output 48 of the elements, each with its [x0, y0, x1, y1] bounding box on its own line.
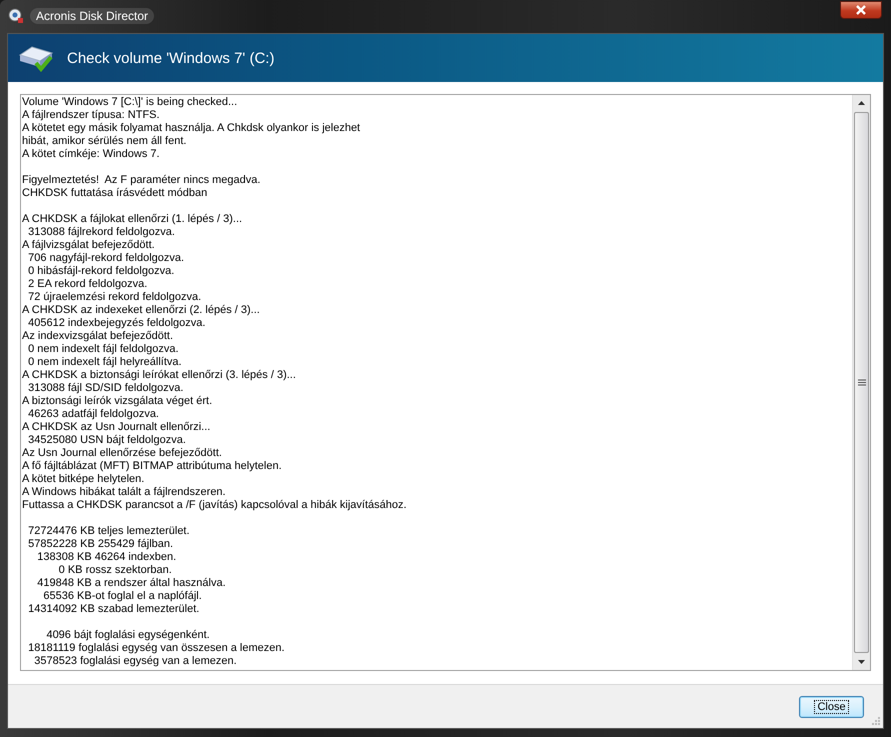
log-line: 706 nagyfájl-rekord feldolgozva.: [27, 252, 186, 265]
log-line: A CHKDSK a fájlokat ellenőrzi (1. lépés / 3)...: [22, 213, 244, 226]
window-title: Acronis Disk Director: [30, 8, 154, 24]
log-line: 57852228 KB 255429 fájlban.: [27, 538, 174, 551]
log-line: 72 újraelemzési rekord feldolgozva.: [27, 291, 202, 304]
log-line: Az Usn Journal ellenőrzése befejeződött.: [22, 447, 223, 460]
log-line: 405612 indexbejegyzés feldolgozva.: [27, 317, 206, 330]
log-line: 419848 KB a rendszer által használva.: [36, 577, 227, 590]
log-line: 313088 fájlrekord feldolgozva.: [27, 226, 176, 239]
log-line: A CHKDSK az Usn Journalt ellenőrzi...: [22, 421, 212, 434]
log-line: A CHKDSK a biztonsági leírókat ellenőrzi (3. lépés / 3)...: [22, 369, 297, 382]
app-icon: [8, 8, 24, 24]
log-line: A kötetet egy másik folyamat használja. A Chkdsk olyankor is jelezhet: [22, 122, 362, 135]
header-title: Check volume 'Windows 7' (C:): [67, 50, 274, 66]
log-line: hibát, amikor sérülés nem áll fent.: [22, 135, 188, 148]
log-line: A biztonsági leírók vizsgálata véget ért.: [22, 395, 214, 408]
close-button[interactable]: Close: [799, 696, 864, 718]
log-line: 0 nem indexelt fájl helyreállítva.: [27, 356, 183, 369]
log-line: 34525080 USN bájt feldolgozva.: [27, 434, 187, 447]
log-line: A kötet címkéje: Windows 7.: [22, 148, 161, 161]
log-line: 0 hibásfájl-rekord feldolgozva.: [27, 265, 176, 278]
log-line: A Windows hibákat talált a fájlrendszeren.: [22, 486, 227, 499]
log-line: Volume 'Windows 7 [C:\]' is being checked...: [22, 96, 238, 109]
log-line: A fájlvizsgálat befejeződött.: [22, 239, 156, 252]
log-line: Az indexvizsgálat befejeződött.: [22, 330, 174, 343]
log-line: 3578523 foglalási egység van a lemezen.: [33, 655, 238, 668]
log-line: Futtassa a CHKDSK parancsot a /F (javítás) kapcsolóval a hibák kijavításához.: [22, 499, 408, 512]
close-icon[interactable]: [840, 0, 882, 18]
log-line: 72724476 KB teljes lemezterület.: [27, 525, 191, 538]
log-line: 313088 fájl SD/SID feldolgozva.: [27, 382, 184, 395]
log-line: 46263 adatfájl feldolgozva.: [27, 408, 160, 421]
log-line: 4096 bájt foglalási egységenként.: [45, 629, 211, 642]
scroll-thumb[interactable]: [854, 112, 869, 653]
log-line: 65536 KB-ot foglal el a naplófájl.: [42, 590, 203, 603]
log-line: 0 KB rossz szektorban.: [58, 564, 173, 577]
log-line: CHKDSK futtatása írásvédett módban: [22, 187, 208, 200]
log-line: 14314092 KB szabad lemezterület.: [27, 603, 200, 616]
log-line: 138308 KB 46264 indexben.: [36, 551, 178, 564]
log-line: 0 nem indexelt fájl feldolgozva.: [27, 343, 180, 356]
log-line: A CHKDSK az indexeket ellenőrzi (2. lépés / 3)...: [22, 304, 261, 317]
log-line: A kötet bitképe helytelen.: [22, 473, 146, 486]
log-line: A fő fájltáblázat (MFT) BITMAP attribútuma helytelen.: [22, 460, 283, 473]
log-line: 2 EA rekord feldolgozva.: [27, 278, 148, 291]
scrollbar[interactable]: [852, 95, 870, 670]
log-line: A fájlrendszer típusa: NTFS.: [22, 109, 161, 122]
log-line: Figyelmeztetés! Az F paraméter nincs megadva.: [22, 174, 262, 187]
log-line: 18181119 foglalási egység van összesen a lemezen.: [27, 642, 286, 655]
resize-grip-icon[interactable]: [871, 716, 881, 726]
